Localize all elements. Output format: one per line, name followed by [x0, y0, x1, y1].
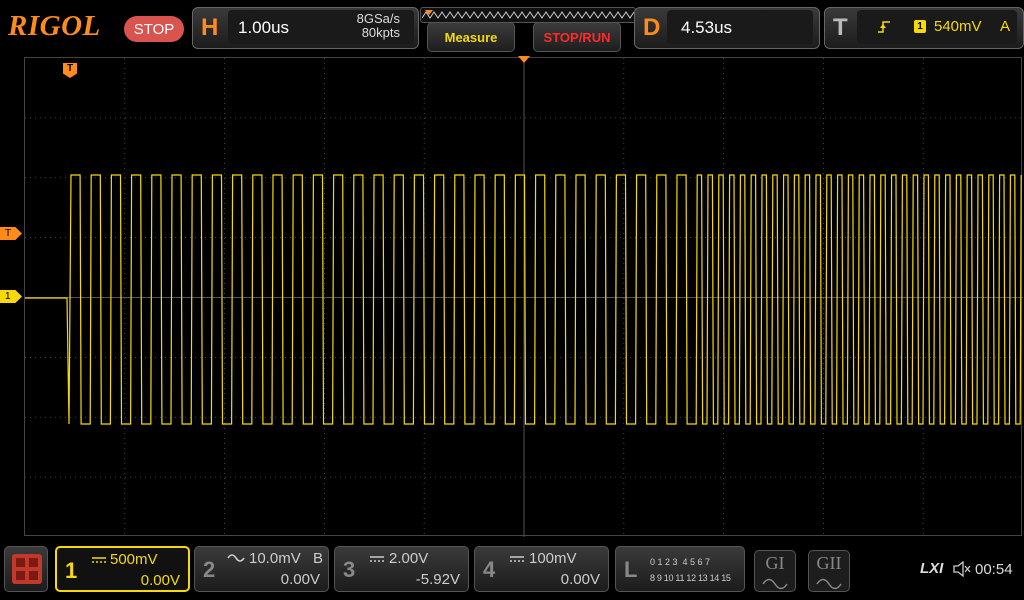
logic-letter: L [624, 557, 638, 582]
delay-letter: D [643, 14, 661, 41]
generator-2-label: GII [816, 553, 842, 573]
timebase-value: 1.00us [238, 18, 290, 37]
trigger-level: 540mV [934, 18, 982, 35]
ch1-ground-marker[interactable]: 1 [0, 290, 22, 303]
ch1-waveform [25, 174, 1022, 425]
channel-1-offset: 0.00V [140, 572, 180, 589]
channel-2-box[interactable]: 2 10.0mV B 0.00V [194, 546, 329, 592]
logic-analyzer-box[interactable]: L 0 1 2 3 4 5 6 7 8 9 10 11 12 13 14 15 [615, 546, 745, 592]
rising-edge-icon [878, 21, 890, 33]
horizontal-letter: H [201, 14, 219, 41]
channel-3-scale: 2.00V [389, 550, 429, 567]
channel-2-number: 2 [203, 557, 216, 582]
trigger-panel[interactable]: T 1 540mV A [824, 7, 1024, 49]
run-state-badge[interactable]: STOP [124, 16, 184, 42]
channel-3-offset: -5.92V [415, 571, 460, 588]
memory-waveform-icon [422, 10, 634, 19]
stop-run-button[interactable]: STOP/RUN [533, 22, 621, 52]
sample-rate: 8GSa/s [356, 11, 400, 26]
dc-coupling-icon [510, 556, 524, 562]
channel-2-scale: 10.0mV [249, 550, 301, 567]
channel-1-box[interactable]: 1 500mV 0.00V [55, 546, 190, 592]
speaker-muted-icon[interactable] [953, 561, 971, 577]
channel-4-box[interactable]: 4 100mV 0.00V [474, 546, 609, 592]
lxi-icon: LXI [920, 560, 944, 577]
channel-3-number: 3 [343, 557, 356, 582]
waveform-display[interactable] [24, 57, 1023, 537]
main-menu-button[interactable] [4, 546, 48, 592]
sine-wave-icon [816, 578, 842, 590]
generator-1-label: GI [765, 553, 785, 573]
channel-4-number: 4 [483, 557, 496, 582]
clock-time: 00:54 [975, 561, 1013, 578]
logic-channels-row1: 0 1 2 3 4 5 6 7 [650, 557, 711, 567]
channel-2-offset: 0.00V [280, 571, 320, 588]
measure-button[interactable]: Measure [427, 22, 515, 52]
memory-depth: 80kpts [361, 25, 400, 40]
ac-coupling-icon [227, 554, 245, 562]
dc-coupling-icon [92, 557, 106, 563]
channel-3-box[interactable]: 3 2.00V -5.92V [334, 546, 469, 592]
trigger-position-marker [518, 56, 530, 63]
generator-2-button[interactable]: GII [808, 550, 850, 592]
memory-position-bar[interactable] [420, 7, 636, 23]
trigger-mode: A [1000, 18, 1011, 35]
channel-4-scale: 100mV [529, 550, 577, 567]
channel-1-scale: 500mV [110, 551, 158, 568]
horizontal-readout: 1.00us 8GSa/s 80kpts [228, 10, 414, 44]
delay-value: 4.53us [681, 18, 733, 37]
channel-1-number: 1 [65, 558, 78, 583]
trigger-source: 1 [914, 20, 926, 33]
trigger-level-marker[interactable]: T [0, 227, 22, 240]
sine-wave-icon [762, 578, 788, 590]
dc-coupling-icon [370, 556, 384, 562]
logic-channels-row2: 8 9 10 11 12 13 14 15 [650, 573, 731, 583]
grid-menu-icon [12, 554, 42, 584]
trigger-letter: T [833, 14, 848, 41]
channel-4-offset: 0.00V [560, 571, 600, 588]
channel-2-bw-limit: B [313, 550, 324, 567]
delay-panel[interactable]: D 4.53us [634, 7, 820, 49]
generator-1-button[interactable]: GI [754, 550, 796, 592]
rigol-logo: RIGOL [8, 10, 101, 42]
